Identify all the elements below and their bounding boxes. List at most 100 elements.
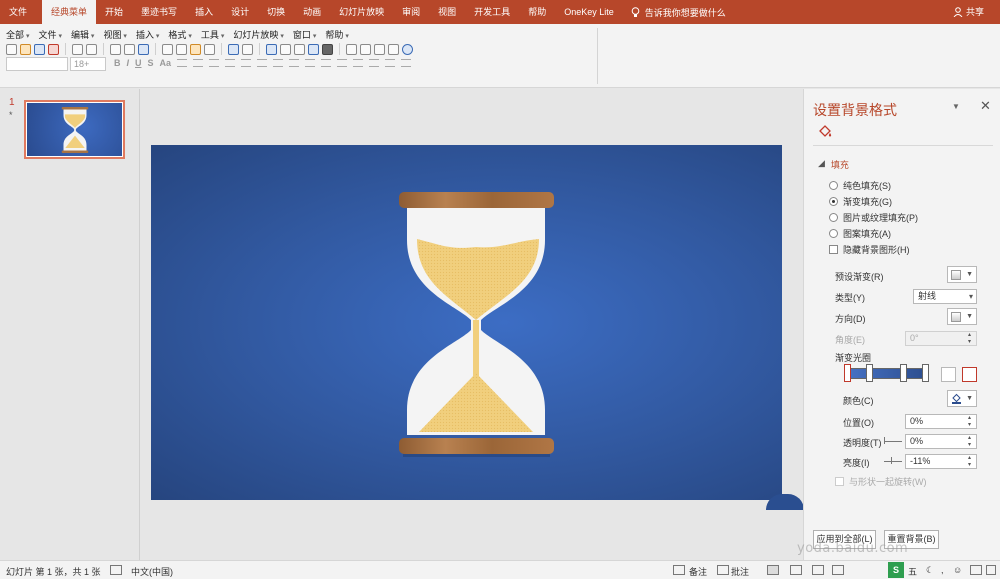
gradient-stop[interactable]	[922, 364, 929, 382]
direction-button[interactable]: ▼	[947, 308, 977, 325]
redo-icon[interactable]	[242, 43, 253, 55]
align-right-icon[interactable]	[209, 59, 220, 67]
color-picker-button[interactable]: ▼	[947, 390, 977, 407]
reading-view-icon[interactable]	[812, 565, 824, 575]
text-direction-icon[interactable]	[337, 59, 348, 67]
hourglass-illustration[interactable]	[151, 145, 782, 500]
checkbox[interactable]	[829, 245, 838, 254]
bullets-icon[interactable]	[257, 59, 268, 67]
angle-spinner[interactable]: 0°	[905, 331, 977, 346]
slide-thumbnail[interactable]	[24, 100, 125, 159]
add-gradient-stop-button[interactable]	[941, 367, 956, 382]
menu-edit[interactable]: 编辑	[71, 28, 94, 41]
gradient-stops-bar[interactable]	[844, 368, 928, 379]
new-file-icon[interactable]	[6, 43, 17, 55]
export-pdf-icon[interactable]	[72, 43, 83, 55]
radio-gradient-fill[interactable]: 渐变填充(G)	[829, 195, 892, 208]
checkbox[interactable]	[835, 477, 844, 486]
menu-all[interactable]: 全部	[6, 28, 29, 41]
notes-button[interactable]: 备注	[689, 565, 707, 578]
tab-transitions[interactable]: 切换	[258, 0, 294, 24]
close-icon[interactable]: ✕	[980, 98, 991, 114]
justify-icon[interactable]	[225, 59, 236, 67]
print-preview-icon[interactable]	[86, 43, 97, 55]
bold-button[interactable]: B	[114, 58, 121, 68]
tab-review[interactable]: 审阅	[393, 0, 429, 24]
tab-home[interactable]: 开始	[96, 0, 132, 24]
menu-view[interactable]: 视图	[103, 28, 126, 41]
brightness-slider[interactable]	[884, 461, 902, 462]
brightness-spinner[interactable]: -11%	[905, 454, 977, 469]
normal-view-icon[interactable]	[767, 565, 779, 575]
radio-button[interactable]	[829, 213, 838, 222]
share-button[interactable]: 共享	[953, 0, 984, 24]
copy-icon[interactable]	[176, 43, 187, 55]
hyperlink-icon[interactable]	[294, 43, 305, 55]
radio-picture-fill[interactable]: 图片或纹理填充(P)	[829, 211, 918, 224]
menu-insert[interactable]: 插入	[136, 28, 159, 41]
preset-gradient-button[interactable]: ▼	[947, 266, 977, 283]
open-folder-icon[interactable]	[20, 43, 31, 55]
slideshow-view-icon[interactable]	[832, 565, 844, 575]
remove-gradient-stop-button[interactable]	[962, 367, 977, 382]
help-icon[interactable]	[402, 43, 413, 55]
type-select[interactable]: 射线	[913, 289, 977, 304]
slide-canvas[interactable]	[151, 145, 782, 500]
zoom-icon[interactable]	[388, 43, 399, 55]
fill-section-header[interactable]: ◢ 填充	[818, 158, 849, 171]
line-spacing-icon[interactable]	[305, 59, 316, 67]
text-box-icon[interactable]	[360, 43, 371, 55]
hide-bg-graphics-checkbox[interactable]: 隐藏背景图形(H)	[829, 243, 910, 256]
tab-slideshow[interactable]: 幻灯片放映	[330, 0, 393, 24]
tab-file[interactable]: 文件	[0, 0, 36, 24]
gradient-stop[interactable]	[900, 364, 907, 382]
tab-classic-menu[interactable]: 经典菜单	[42, 0, 97, 24]
spell-check-icon[interactable]	[110, 565, 122, 575]
strike-button[interactable]: S	[148, 58, 154, 68]
tab-animations[interactable]: 动画	[294, 0, 330, 24]
indent-icon[interactable]	[289, 59, 300, 67]
tab-ink[interactable]: 墨迹书写	[132, 0, 186, 24]
align-center-icon[interactable]	[193, 59, 204, 67]
radio-pattern-fill[interactable]: 图案填充(A)	[829, 227, 891, 240]
insert-picture-icon[interactable]	[308, 43, 319, 55]
format-painter-icon[interactable]	[204, 43, 215, 55]
tab-design[interactable]: 设计	[222, 0, 258, 24]
underline-button[interactable]: U	[135, 58, 142, 68]
insert-chart-icon[interactable]	[266, 43, 277, 55]
cut-icon[interactable]	[162, 43, 173, 55]
save-icon[interactable]	[34, 43, 45, 55]
position-spinner[interactable]: 0%	[905, 414, 977, 429]
quick-print-icon[interactable]	[124, 43, 135, 55]
radio-button[interactable]	[829, 181, 838, 190]
shape-outline-icon[interactable]	[369, 59, 380, 67]
quick-styles-icon[interactable]	[401, 59, 412, 67]
ime-mode-icon[interactable]: 五	[908, 565, 917, 578]
language-indicator[interactable]: 中文(中国)	[131, 565, 173, 578]
punctuation-icon[interactable]: ,	[941, 565, 944, 575]
ime-logo-icon[interactable]: S	[888, 562, 904, 578]
tab-onekey[interactable]: OneKey Lite	[555, 0, 623, 24]
radio-button[interactable]	[829, 229, 838, 238]
numbering-icon[interactable]	[273, 59, 284, 67]
keyboard-icon[interactable]	[970, 565, 982, 575]
radio-solid-fill[interactable]: 纯色填充(S)	[829, 179, 891, 192]
menu-file[interactable]: 文件	[38, 28, 61, 41]
pane-options-dropdown[interactable]: ▼	[952, 102, 960, 111]
menu-slideshow[interactable]: 幻灯片放映	[233, 28, 283, 41]
menu-help[interactable]: 帮助	[325, 28, 348, 41]
paint-bucket-icon[interactable]	[817, 124, 833, 140]
paste-icon[interactable]	[190, 43, 201, 55]
spelling-icon[interactable]	[138, 43, 149, 55]
rotate-with-shape-checkbox[interactable]: 与形状一起旋转(W)	[835, 475, 927, 488]
font-size-box[interactable]: 18+	[70, 57, 106, 71]
shape-fill-icon[interactable]	[353, 59, 364, 67]
transparency-slider[interactable]	[884, 441, 902, 442]
font-name-box[interactable]	[6, 57, 68, 71]
italic-button[interactable]: I	[127, 58, 130, 68]
transparency-spinner[interactable]: 0%	[905, 434, 977, 449]
change-case-button[interactable]: Aa	[160, 58, 172, 68]
menu-window[interactable]: 窗口	[293, 28, 316, 41]
font-color-icon[interactable]	[321, 59, 332, 67]
tab-view[interactable]: 视图	[429, 0, 465, 24]
